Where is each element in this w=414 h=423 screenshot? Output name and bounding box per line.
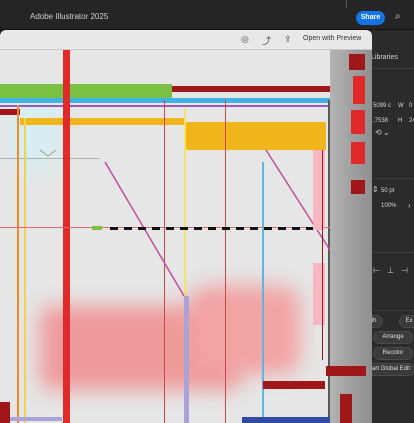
rotate-icon[interactable]: ⟲ <box>375 128 382 137</box>
red-block-right <box>340 394 352 423</box>
h-field[interactable]: 24 <box>409 118 414 124</box>
document-toolbar: ◎ ⤴ ⇪ Open with Preview <box>0 30 372 50</box>
red-strip <box>351 180 365 194</box>
arrange-button[interactable]: Arrange <box>373 331 413 344</box>
font-size-icon: ⇕ <box>372 185 379 194</box>
share-icon[interactable]: ⇪ <box>284 34 292 45</box>
share-button[interactable]: Share <box>356 11 385 25</box>
pink-strip <box>313 263 325 325</box>
h-label: H <box>398 118 403 124</box>
global-edit-button[interactable]: art Global Edit <box>367 363 414 376</box>
titlebar-divider <box>346 0 347 8</box>
app-title: Adobe Illustrator 2025 <box>30 12 109 21</box>
tab-libraries[interactable]: Libraries <box>371 54 398 61</box>
document-window: ◎ ⤴ ⇪ Open with Preview <box>0 30 372 423</box>
w-field[interactable]: 0 <box>409 103 412 109</box>
navy-bar <box>242 417 330 423</box>
red-strip <box>353 76 365 104</box>
pink-strip <box>313 150 325 230</box>
search-icon[interactable]: ⌕ <box>395 11 401 23</box>
artboard-canvas[interactable] <box>0 50 330 423</box>
zoom-field[interactable]: 100% <box>381 203 396 209</box>
red-square <box>349 54 365 70</box>
red-strip <box>351 110 365 134</box>
x-coordinate-field[interactable]: 5099 c <box>373 103 391 109</box>
chevron-down-icon[interactable]: ⌄ <box>383 128 390 137</box>
red-bar-right <box>326 366 366 376</box>
red-block-bottom <box>0 402 10 423</box>
red-bar-bottom <box>263 381 325 389</box>
chevron-right-icon[interactable]: › <box>408 201 411 210</box>
red-strip <box>351 142 365 164</box>
markup-icon[interactable]: ◎ <box>241 34 249 45</box>
rotate-icon[interactable]: ⤴ <box>262 34 271 47</box>
align-center-icon[interactable]: ⊥ <box>387 266 394 275</box>
edit-button[interactable]: Ex <box>399 315 414 328</box>
font-size-field[interactable]: 50 pt <box>381 188 394 194</box>
align-left-icon[interactable]: ⊢ <box>373 266 380 275</box>
y-coordinate-field[interactable]: ,7538 <box>373 118 388 124</box>
diagonal-lines <box>39 149 330 297</box>
title-bar: Adobe Illustrator 2025 Share ⌕ <box>0 0 414 30</box>
green-marker <box>92 226 102 230</box>
align-right-icon[interactable]: ⊣ <box>401 266 408 275</box>
recolor-button[interactable]: Recolor <box>373 347 413 360</box>
dashed-line <box>110 227 315 230</box>
open-with-preview-button[interactable]: Open with Preview <box>303 35 361 42</box>
ruler-line <box>322 150 323 360</box>
w-label: W <box>398 103 404 109</box>
